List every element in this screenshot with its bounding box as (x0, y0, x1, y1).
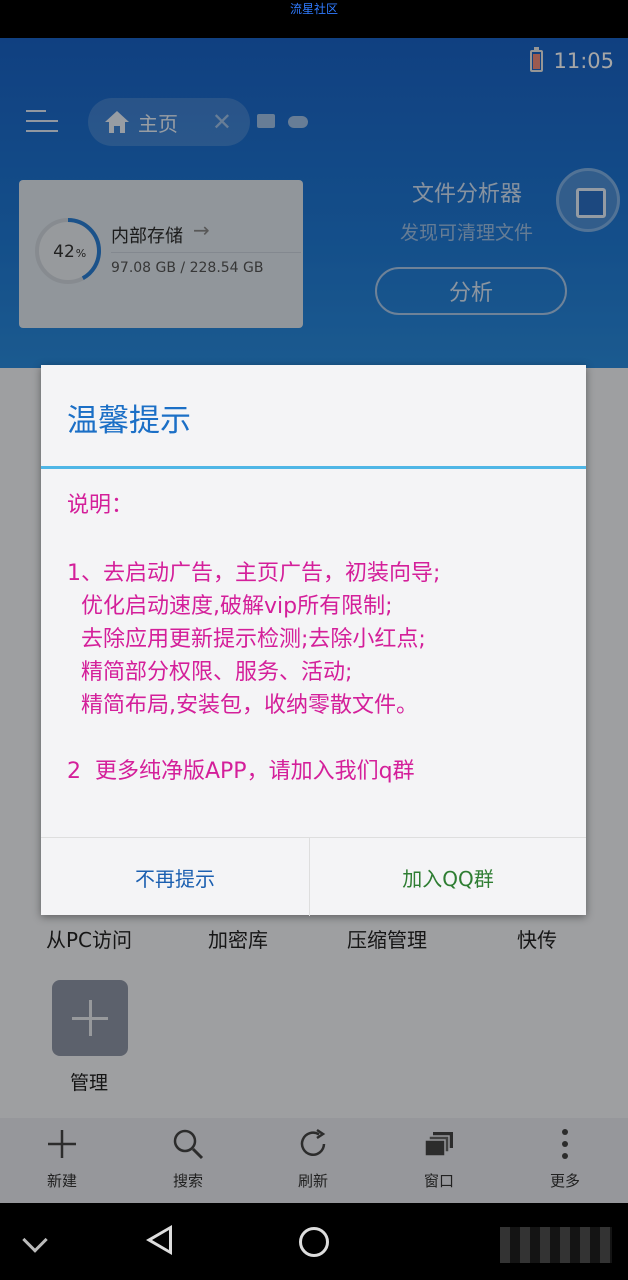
system-navigation-bar (0, 1203, 628, 1280)
join-qq-group-button[interactable]: 加入QQ群 (310, 838, 586, 916)
dialog-body-line: 2 更多纯净版APP，请加入我们q群 (67, 759, 415, 784)
back-icon[interactable] (146, 1225, 172, 1255)
file-manager-app: 11:05 主页 ✕ 42 % 内部存储 → 97.08 GB / 228.54… (0, 38, 628, 1203)
dialog-title: 温馨提示 (67, 403, 191, 439)
dialog-body-line: 去除应用更新提示检测;去除小红点; (67, 627, 426, 652)
top-banner: 流星社区 (0, 0, 628, 38)
chevron-down-icon[interactable] (22, 1227, 48, 1253)
pixelated-watermark (500, 1227, 612, 1263)
dialog-footer: 不再提示 加入QQ群 (41, 837, 586, 916)
dialog-body-line: 1、去启动广告，主页广告，初装向导; (67, 561, 441, 586)
dialog-body-line: 说明： (67, 493, 134, 518)
notice-dialog: 温馨提示 说明： 1、去启动广告，主页广告，初装向导; 优化启动速度,破解vip… (41, 365, 586, 916)
dialog-body-line: 优化启动速度,破解vip所有限制; (67, 594, 393, 619)
watermark-text: 流星社区 (289, 2, 338, 16)
dialog-body: 说明： 1、去启动广告，主页广告，初装向导; 优化启动速度,破解vip所有限制;… (41, 469, 586, 837)
home-circle-icon[interactable] (299, 1227, 329, 1257)
dialog-body-line: 精简布局,安装包，收纳零散文件。 (67, 693, 418, 718)
dismiss-forever-button[interactable]: 不再提示 (41, 838, 309, 916)
dialog-body-line: 精简部分权限、服务、活动; (67, 660, 353, 685)
